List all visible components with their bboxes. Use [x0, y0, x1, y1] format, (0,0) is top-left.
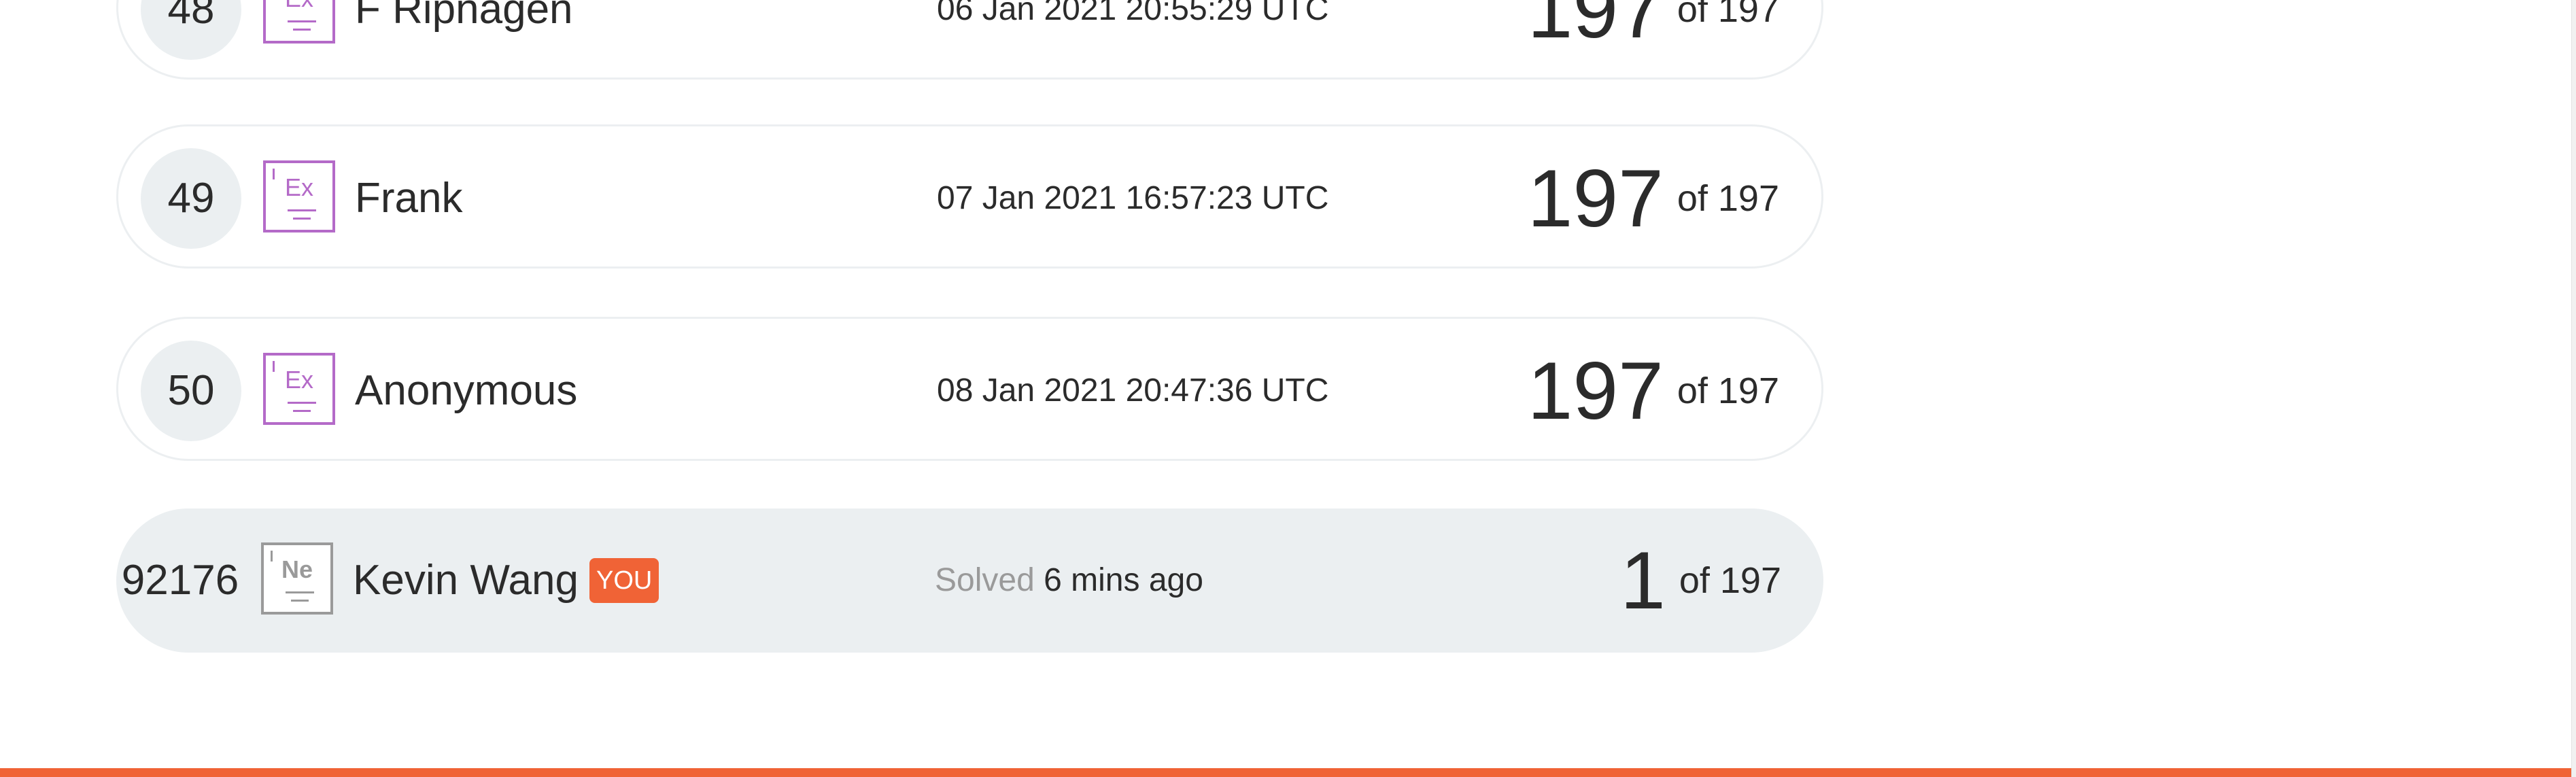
score-total: of 197	[1677, 370, 1779, 411]
player-name[interactable]: Frank	[355, 126, 462, 271]
player-name-text: Kevin Wang	[353, 557, 579, 604]
score: 197 of 197	[1528, 126, 1779, 271]
solved-ago: 6 mins ago	[1044, 562, 1203, 598]
score-total: of 197	[1677, 178, 1779, 219]
completion-time: 07 Jan 2021 16:57:23 UTC	[937, 180, 1329, 216]
badge-symbol: Ne	[281, 555, 313, 583]
element-badge-icon: Ex	[263, 160, 335, 232]
element-badge-icon: Ne	[261, 542, 333, 615]
badge-symbol: Ex	[284, 173, 313, 201]
leaderboard-row[interactable]: 49 Ex Frank 07 Jan 2021 16:57:23 UTC 197…	[116, 124, 1823, 269]
score: 1 of 197	[1620, 508, 1781, 653]
score-value: 197	[1527, 345, 1664, 436]
score-value: 197	[1527, 0, 1664, 55]
rank-number: 92176	[121, 557, 239, 604]
score-value: 1	[1620, 535, 1666, 626]
footer-divider	[0, 768, 2576, 777]
element-badge-icon: Ex	[263, 353, 335, 425]
player-name[interactable]: Kevin Wang YOU	[353, 508, 659, 653]
leaderboard-row[interactable]: 48 Ex F Ripnagen 06 Jan 2021 20:55:29 UT…	[116, 0, 1823, 80]
leaderboard-row[interactable]: 50 Ex Anonymous 08 Jan 2021 20:47:36 UTC…	[116, 317, 1823, 461]
score-total: of 197	[1679, 560, 1781, 601]
player-name[interactable]: Anonymous	[355, 319, 577, 463]
player-name[interactable]: F Ripnagen	[355, 0, 573, 82]
rank-number: 49	[141, 148, 241, 249]
scrollbar[interactable]	[2571, 0, 2576, 777]
badge-symbol: Ex	[266, 0, 332, 12]
completion-time: 06 Jan 2021 20:55:29 UTC	[937, 0, 1329, 27]
completion-time: 08 Jan 2021 20:47:36 UTC	[937, 373, 1329, 409]
leaderboard: 48 Ex F Ripnagen 06 Jan 2021 20:55:29 UT…	[0, 0, 2570, 768]
solved-time: Solved 6 mins ago	[935, 508, 1203, 653]
badge-symbol: Ex	[284, 366, 313, 394]
solved-label: Solved	[935, 562, 1035, 598]
score-value: 197	[1527, 153, 1664, 244]
rank-number: 48	[141, 0, 241, 60]
current-user-row[interactable]: 92176 Ne Kevin Wang YOU Solved 6 mins ago…	[116, 508, 1823, 653]
element-badge-icon: Ex	[263, 0, 335, 44]
score: 197 of 197	[1528, 319, 1779, 463]
score: 197 of 197	[1528, 0, 1779, 82]
score-total: of 197	[1677, 0, 1779, 30]
rank-number: 50	[141, 341, 241, 441]
you-badge: YOU	[589, 557, 659, 603]
